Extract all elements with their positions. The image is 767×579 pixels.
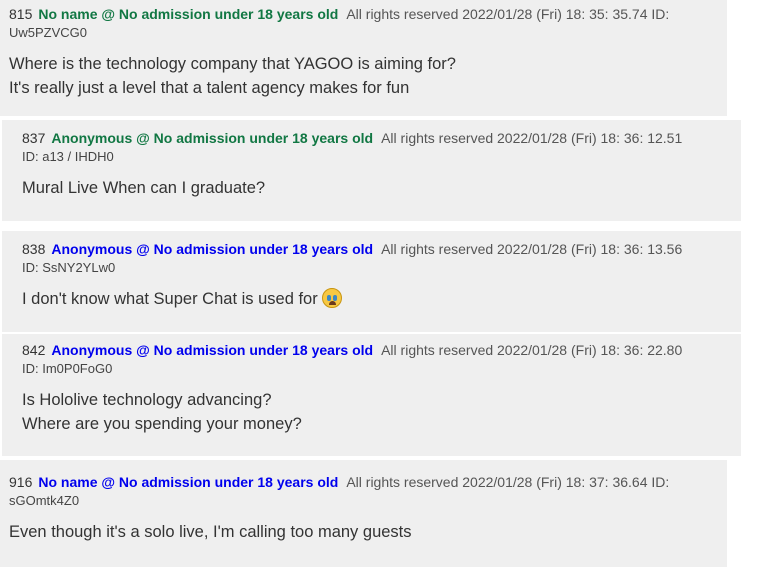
- post-number[interactable]: 837: [22, 130, 45, 146]
- post-line: Even though it's a solo live, I'm callin…: [9, 523, 412, 541]
- post-838: 838 Anonymous @ No admission under 18 yea…: [2, 231, 741, 332]
- post-line-text: I don't know what Super Chat is used for: [22, 290, 318, 308]
- post-header: 815 No name @ No admission under 18 years…: [9, 4, 719, 24]
- post-number[interactable]: 916: [9, 474, 32, 490]
- post-header: 916 No name @ No admission under 18 years…: [9, 472, 719, 492]
- poster-id: Uw5PZVCG0: [9, 25, 88, 40]
- post-timestamp: All rights reserved 2022/01/28 (Fri) 18:…: [346, 6, 670, 22]
- post-line: Where is the technology company that YAG…: [9, 55, 456, 73]
- post-line: Is Hololive technology advancing?: [22, 391, 272, 409]
- post-842: 842 Anonymous @ No admission under 18 yea…: [2, 334, 741, 456]
- poster-id: ID: SsNY2YLw0: [22, 260, 116, 275]
- poster-name: No name @ No admission under 18 years ol…: [38, 474, 339, 490]
- post-815: 815 No name @ No admission under 18 years…: [0, 0, 727, 116]
- poster-name: No name @ No admission under 18 years ol…: [38, 6, 339, 22]
- post-header: 838 Anonymous @ No admission under 18 yea…: [22, 239, 733, 259]
- poster-id: ID: Im0P0FoG0: [22, 361, 113, 376]
- poster-id: sGOmtk4Z0: [9, 493, 80, 508]
- crying-face-icon: [321, 288, 342, 308]
- post-timestamp: All rights reserved 2022/01/28 (Fri) 18:…: [381, 130, 683, 146]
- post-body: Where is the technology company that YAG…: [9, 52, 719, 100]
- post-body: Mural Live When can I graduate?: [22, 176, 733, 200]
- post-timestamp: All rights reserved 2022/01/28 (Fri) 18:…: [381, 241, 683, 257]
- post-number[interactable]: 842: [22, 342, 45, 358]
- post-line: I don't know what Super Chat is used for: [22, 287, 733, 311]
- post-number[interactable]: 815: [9, 6, 32, 22]
- post-line: Mural Live When can I graduate?: [22, 179, 266, 197]
- post-837: 837 Anonymous @ No admission under 18 yea…: [2, 120, 741, 221]
- post-line: Where are you spending your money?: [22, 415, 302, 433]
- post-header: 837 Anonymous @ No admission under 18 yea…: [22, 128, 733, 148]
- post-body: Is Hololive technology advancing? Where …: [22, 388, 733, 436]
- poster-id: ID: a13 / IHDH0: [22, 149, 114, 164]
- post-body: Even though it's a solo live, I'm callin…: [9, 520, 719, 544]
- post-line: It's really just a level that a talent a…: [9, 79, 410, 97]
- post-916: 916 No name @ No admission under 18 years…: [0, 460, 727, 567]
- post-timestamp: All rights reserved 2022/01/28 (Fri) 18:…: [346, 474, 670, 490]
- poster-name: Anonymous @ No admission under 18 years …: [51, 241, 374, 257]
- poster-name: Anonymous @ No admission under 18 years …: [51, 342, 374, 358]
- post-body: I don't know what Super Chat is used for: [22, 287, 733, 311]
- poster-name: Anonymous @ No admission under 18 years …: [51, 130, 374, 146]
- post-timestamp: All rights reserved 2022/01/28 (Fri) 18:…: [381, 342, 683, 358]
- post-number[interactable]: 838: [22, 241, 45, 257]
- post-header: 842 Anonymous @ No admission under 18 yea…: [22, 340, 733, 360]
